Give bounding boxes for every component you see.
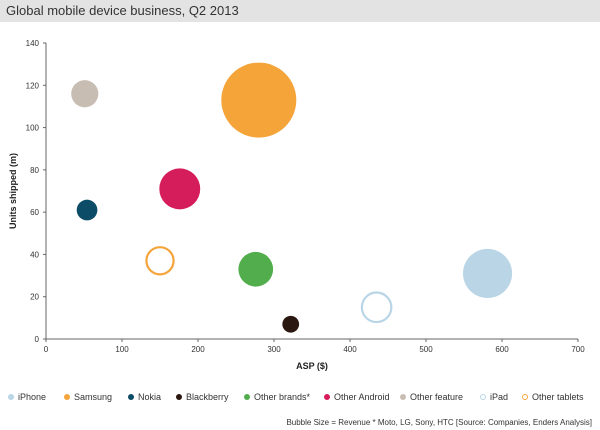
- y-tick-label: 100: [26, 124, 40, 133]
- legend-item-other-android: Other Android: [324, 392, 390, 402]
- bubble-nokia: [76, 199, 98, 221]
- bubble-other-android: [159, 168, 201, 210]
- x-tick-label: 600: [495, 345, 509, 354]
- legend-item-ipad: iPad: [480, 392, 508, 402]
- bubble-iphone: [463, 248, 513, 299]
- legend-item-blackberry: Blackberry: [176, 392, 229, 402]
- legend-marker: [480, 394, 486, 400]
- footnote: Bubble Size = Revenue * Moto, LG, Sony, …: [286, 418, 592, 427]
- x-tick-label: 500: [419, 345, 433, 354]
- legend-marker: [244, 394, 250, 400]
- legend-label: Blackberry: [186, 392, 229, 402]
- legend-label: Samsung: [74, 392, 113, 402]
- legend-label: Other brands*: [254, 392, 311, 402]
- legend-item-other-tablets: Other tablets: [522, 392, 584, 402]
- legend-label: iPhone: [18, 392, 47, 402]
- x-axis-label: ASP ($): [296, 361, 328, 371]
- y-tick-label: 40: [30, 250, 39, 259]
- legend-marker: [324, 394, 330, 400]
- y-tick-label: 120: [26, 81, 40, 90]
- x-tick-label: 300: [267, 345, 281, 354]
- y-tick-label: 140: [26, 39, 40, 48]
- bubble-chart: 0 100 200 300 400 500 600 700 0 20 40 60 80 100 120 140…: [8, 39, 585, 371]
- x-tick-label: 200: [191, 345, 205, 354]
- legend-item-other-feature: Other feature: [400, 392, 463, 402]
- bubble-blackberry: [282, 315, 300, 333]
- bubble-other-feature: [71, 80, 99, 108]
- legend-marker: [400, 394, 406, 400]
- legend-marker: [8, 394, 14, 400]
- legend-label: Other Android: [334, 392, 390, 402]
- bubble-other-tablets: [145, 246, 175, 276]
- legend-label: Other tablets: [532, 392, 584, 402]
- x-tick-label: 700: [571, 345, 585, 354]
- x-tick-label: 400: [343, 345, 357, 354]
- legend: iPhone Samsung Nokia Blackberry Other brands…: [8, 392, 598, 408]
- bubble-ipad: [360, 291, 393, 324]
- x-tick-label: 100: [115, 345, 129, 354]
- legend-item-other-brands: Other brands*: [244, 392, 310, 402]
- legend-item-iphone: iPhone: [8, 392, 46, 402]
- legend-marker: [64, 394, 70, 400]
- y-tick-label: 80: [30, 166, 39, 175]
- y-tick-label: 60: [30, 208, 39, 217]
- bubble-samsung: [221, 62, 297, 138]
- legend-label: iPad: [490, 392, 509, 402]
- y-tick-label: 0: [35, 335, 40, 344]
- legend-marker: [128, 394, 134, 400]
- y-tick-label: 20: [30, 293, 39, 302]
- x-tick-label: 0: [44, 345, 49, 354]
- legend-label: Other feature: [410, 392, 464, 402]
- bubble-other-brands: [238, 251, 274, 287]
- legend-item-nokia: Nokia: [128, 392, 161, 402]
- legend-marker: [176, 394, 182, 400]
- legend-item-samsung: Samsung: [64, 392, 112, 402]
- legend-marker: [522, 394, 528, 400]
- y-axis-label: Units shipped (m): [8, 153, 18, 229]
- legend-label: Nokia: [138, 392, 162, 402]
